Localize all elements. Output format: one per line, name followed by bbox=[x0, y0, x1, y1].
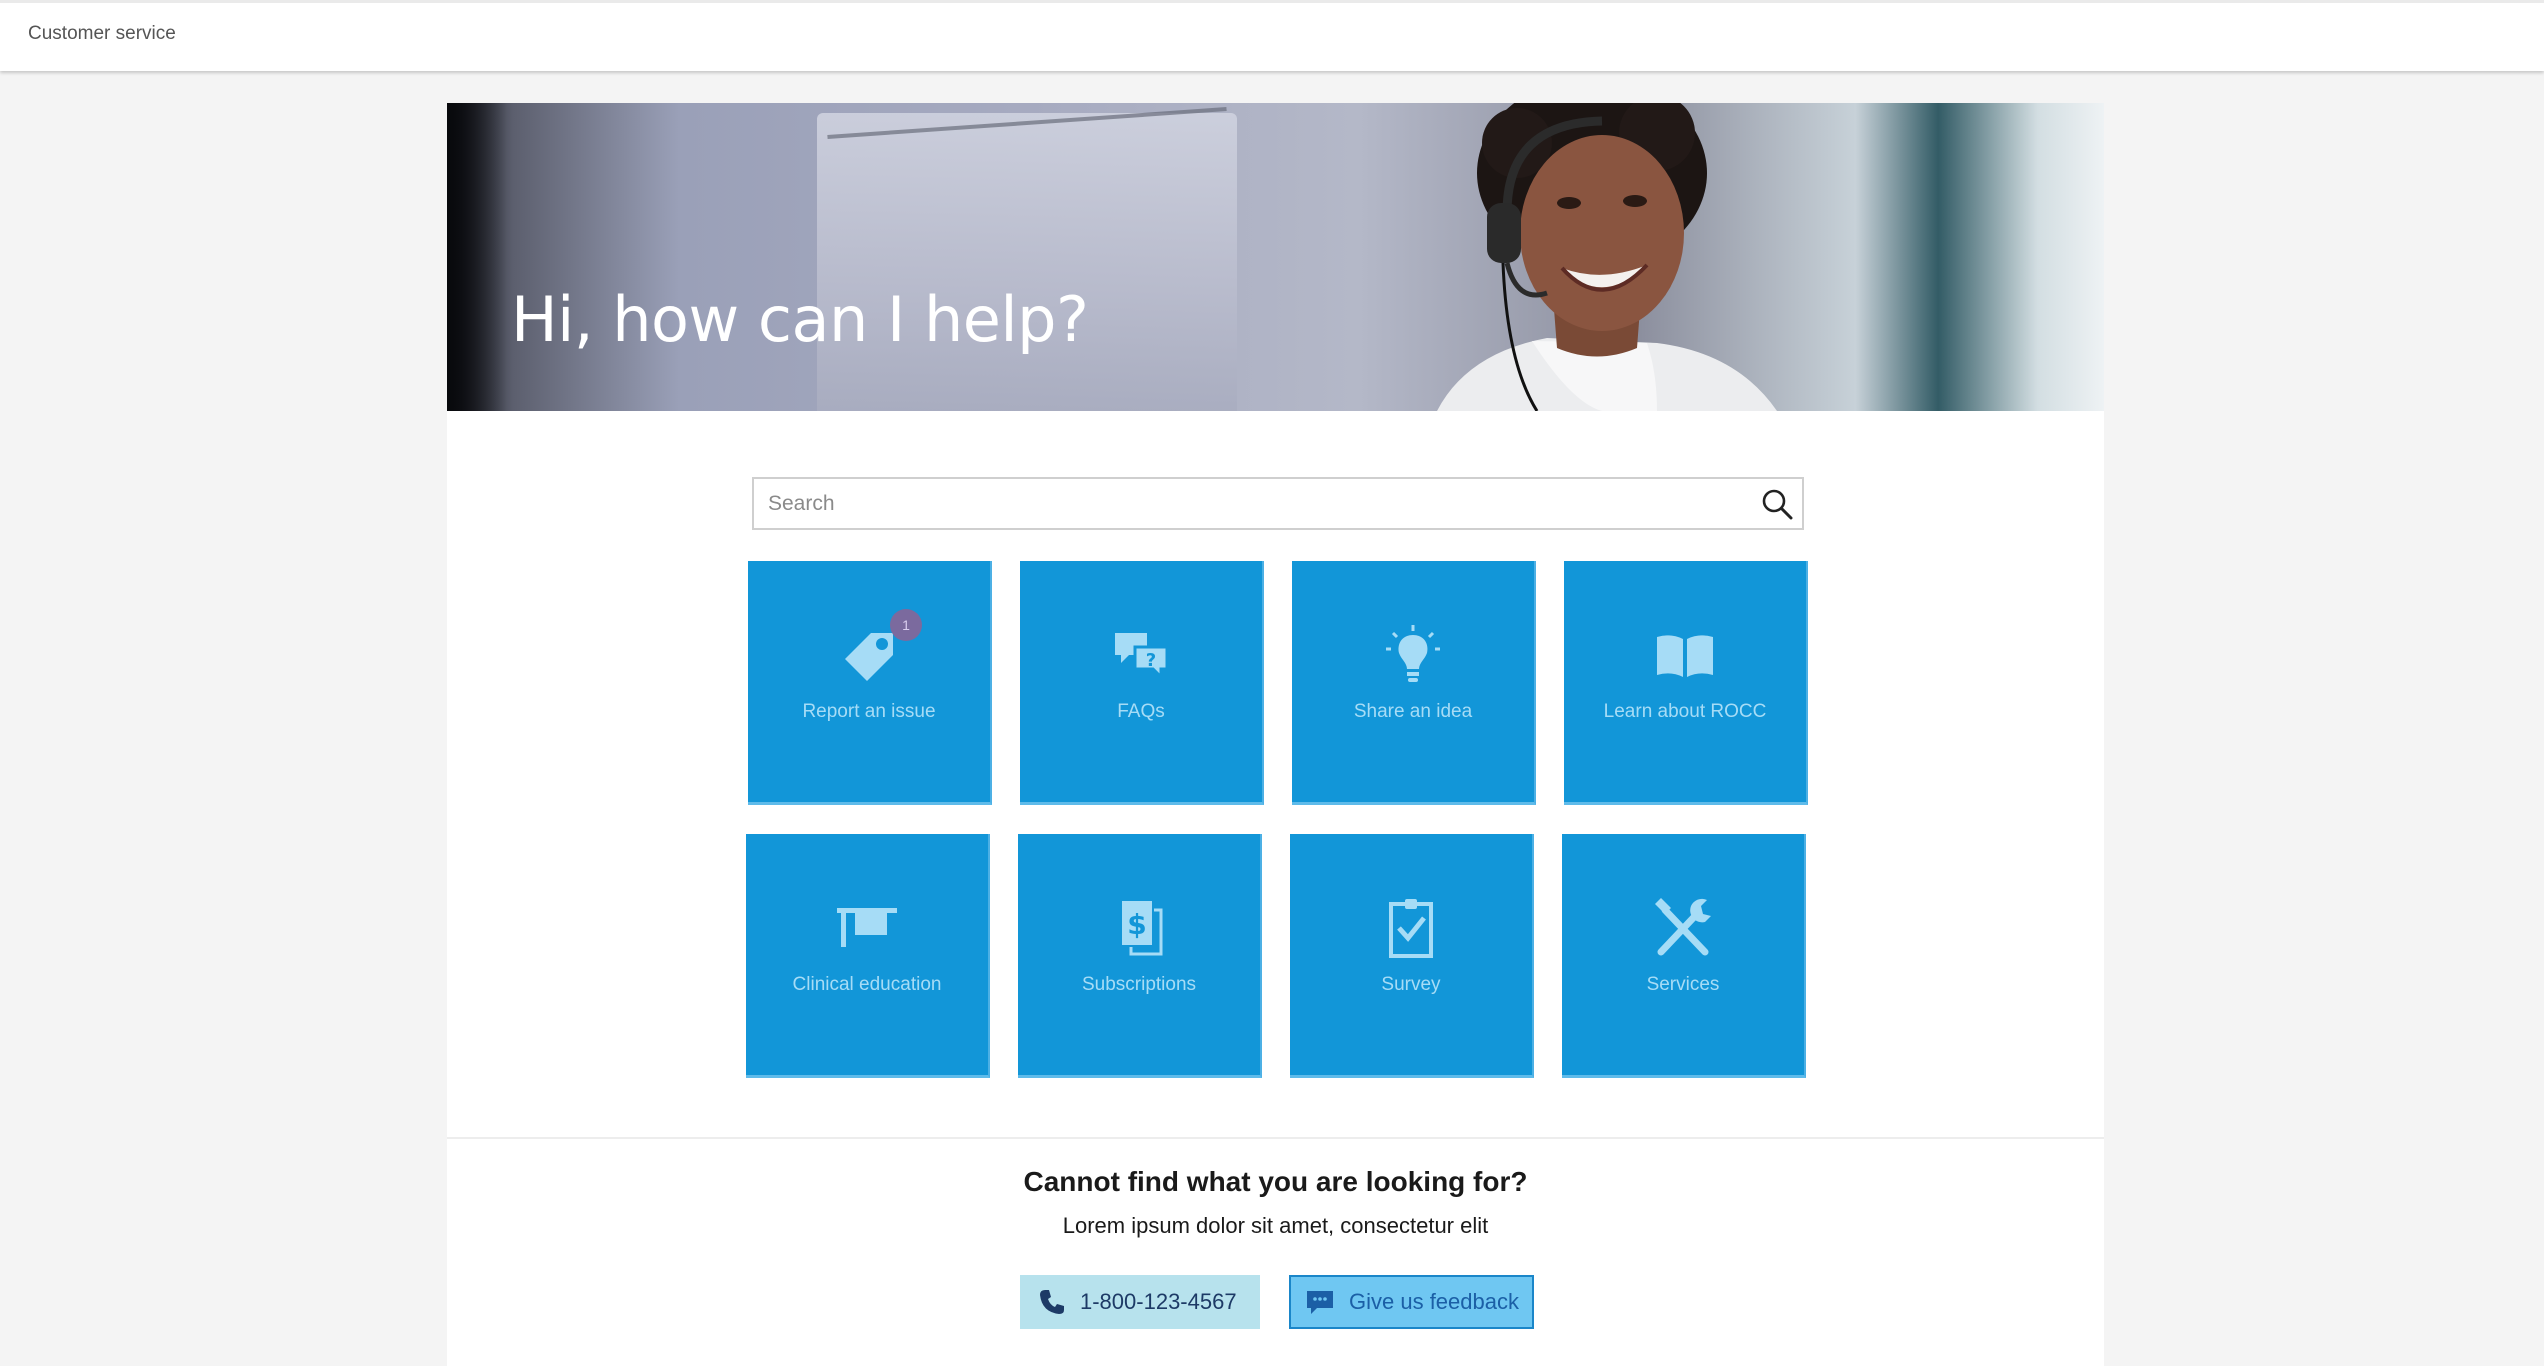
tile-services[interactable]: Services bbox=[1562, 834, 1806, 1078]
tile-survey[interactable]: Survey bbox=[1290, 834, 1534, 1078]
hero-heading: Hi, how can I help? bbox=[511, 283, 1089, 356]
phone-number-label: 1-800-123-4567 bbox=[1080, 1289, 1237, 1314]
feedback-label: Give us feedback bbox=[1349, 1289, 1519, 1314]
clipboard-check-icon bbox=[1389, 899, 1433, 958]
tile-label: Report an issue bbox=[802, 701, 936, 722]
app-title: Customer service bbox=[28, 23, 176, 44]
hero-agent-photo bbox=[1437, 103, 1777, 411]
help-subtitle: Lorem ipsum dolor sit amet, consectetur … bbox=[1062, 1213, 1489, 1238]
tile-label: Survey bbox=[1381, 974, 1441, 995]
chat-question-icon: ? bbox=[1115, 633, 1169, 681]
tile-report-an-issue[interactable]: 1 Report an issue bbox=[748, 561, 992, 805]
tile-clinical-education[interactable]: Clinical education bbox=[746, 834, 990, 1078]
phone-button[interactable]: 1-800-123-4567 bbox=[1020, 1275, 1260, 1329]
billing-documents-icon: $ bbox=[1120, 899, 1163, 956]
search-input[interactable] bbox=[754, 479, 1744, 528]
phone-icon bbox=[1040, 1290, 1064, 1314]
svg-text:?: ? bbox=[1146, 650, 1156, 671]
tile-label: Share an idea bbox=[1353, 701, 1473, 722]
hero-background-monitor bbox=[817, 113, 1237, 411]
graduation-cap-icon bbox=[837, 908, 897, 947]
top-app-bar: Customer service bbox=[0, 0, 2544, 71]
lightbulb-icon bbox=[1386, 625, 1440, 682]
chat-bubble-icon bbox=[1307, 1291, 1333, 1314]
search-icon[interactable] bbox=[1760, 487, 1794, 521]
tile-label: Services bbox=[1646, 974, 1720, 995]
hero-background-shadow bbox=[447, 103, 507, 411]
tile-learn-about-rocc[interactable]: Learn about ROCC bbox=[1564, 561, 1808, 805]
section-divider bbox=[447, 1137, 2104, 1139]
hero-banner: Hi, how can I help? bbox=[447, 103, 2104, 411]
book-icon bbox=[1657, 635, 1713, 677]
tile-label: Subscriptions bbox=[1081, 974, 1197, 995]
main-content: Hi, how can I help? 1 Report an issue ? … bbox=[447, 103, 2104, 1366]
tile-share-an-idea[interactable]: Share an idea bbox=[1292, 561, 1536, 805]
tile-subscriptions[interactable]: $ Subscriptions bbox=[1018, 834, 1262, 1078]
tools-icon bbox=[1655, 898, 1711, 956]
tile-label: Clinical education bbox=[792, 974, 942, 995]
tile-label: Learn about ROCC bbox=[1603, 701, 1767, 722]
tile-faqs[interactable]: ? FAQs bbox=[1020, 561, 1264, 805]
tile-label: FAQs bbox=[1117, 701, 1165, 722]
notification-badge: 1 bbox=[890, 609, 922, 641]
svg-text:$: $ bbox=[1127, 908, 1146, 941]
search-box bbox=[752, 477, 1804, 530]
give-feedback-button[interactable]: Give us feedback bbox=[1289, 1275, 1534, 1329]
help-heading: Cannot find what you are looking for? bbox=[1023, 1166, 1528, 1197]
